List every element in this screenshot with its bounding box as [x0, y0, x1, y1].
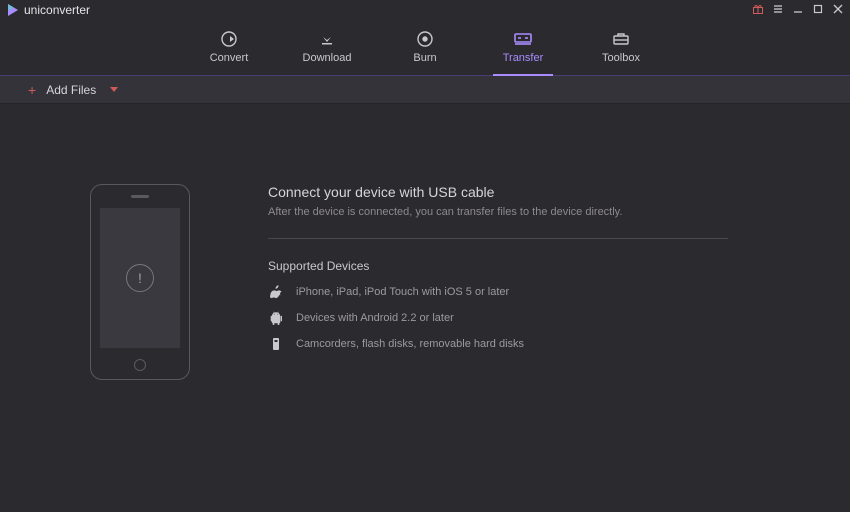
- tab-burn[interactable]: Burn: [395, 26, 455, 76]
- main-tabs: Convert Download Burn Transfer Toolbox: [0, 20, 850, 76]
- device-placeholder: !: [90, 184, 190, 380]
- list-item: Devices with Android 2.2 or later: [268, 311, 728, 325]
- cycle-icon: [219, 28, 239, 50]
- device-text: iPhone, iPad, iPod Touch with iOS 5 or l…: [296, 286, 509, 298]
- play-triangle-icon: [6, 3, 20, 17]
- list-item: iPhone, iPad, iPod Touch with iOS 5 or l…: [268, 285, 728, 299]
- divider: [268, 238, 728, 239]
- connect-subtitle: After the device is connected, you can t…: [268, 206, 728, 218]
- phone-home-button-icon: [134, 359, 146, 371]
- transfer-icon: [512, 28, 534, 50]
- tab-label: Burn: [413, 52, 436, 64]
- android-icon: [268, 311, 284, 325]
- toolbox-icon: [611, 28, 631, 50]
- plus-icon[interactable]: +: [28, 83, 36, 97]
- tab-convert[interactable]: Convert: [199, 26, 259, 76]
- tab-label: Download: [303, 52, 352, 64]
- tab-download[interactable]: Download: [297, 26, 357, 76]
- alert-icon: !: [126, 264, 154, 292]
- add-files-button[interactable]: Add Files: [46, 83, 96, 97]
- tab-label: Transfer: [503, 52, 544, 64]
- device-text: Devices with Android 2.2 or later: [296, 312, 454, 324]
- list-item: Camcorders, flash disks, removable hard …: [268, 337, 728, 351]
- app-logo: uniconverter: [6, 3, 90, 17]
- transfer-content: ! Connect your device with USB cable Aft…: [0, 104, 850, 380]
- app-name: uniconverter: [24, 3, 90, 17]
- menu-icon[interactable]: [772, 3, 784, 18]
- connect-title: Connect your device with USB cable: [268, 184, 728, 200]
- supported-devices-list: iPhone, iPad, iPod Touch with iOS 5 or l…: [268, 285, 728, 351]
- tab-label: Convert: [210, 52, 249, 64]
- close-icon[interactable]: [832, 3, 844, 18]
- sub-toolbar: + Add Files: [0, 76, 850, 104]
- phone-screen: !: [100, 208, 180, 348]
- window-controls: [752, 3, 844, 18]
- apple-icon: [268, 285, 284, 299]
- tab-toolbox[interactable]: Toolbox: [591, 26, 651, 76]
- phone-earpiece: [131, 195, 149, 198]
- disc-icon: [415, 28, 435, 50]
- download-icon: [317, 28, 337, 50]
- gift-icon[interactable]: [752, 3, 764, 18]
- maximize-icon[interactable]: [812, 3, 824, 18]
- tab-label: Toolbox: [602, 52, 640, 64]
- info-panel: Connect your device with USB cable After…: [268, 184, 728, 380]
- chevron-down-icon[interactable]: [110, 87, 118, 92]
- titlebar: uniconverter: [0, 0, 850, 20]
- minimize-icon[interactable]: [792, 3, 804, 18]
- tab-transfer[interactable]: Transfer: [493, 26, 553, 76]
- device-text: Camcorders, flash disks, removable hard …: [296, 338, 524, 350]
- supported-heading: Supported Devices: [268, 259, 728, 273]
- storage-icon: [268, 337, 284, 351]
